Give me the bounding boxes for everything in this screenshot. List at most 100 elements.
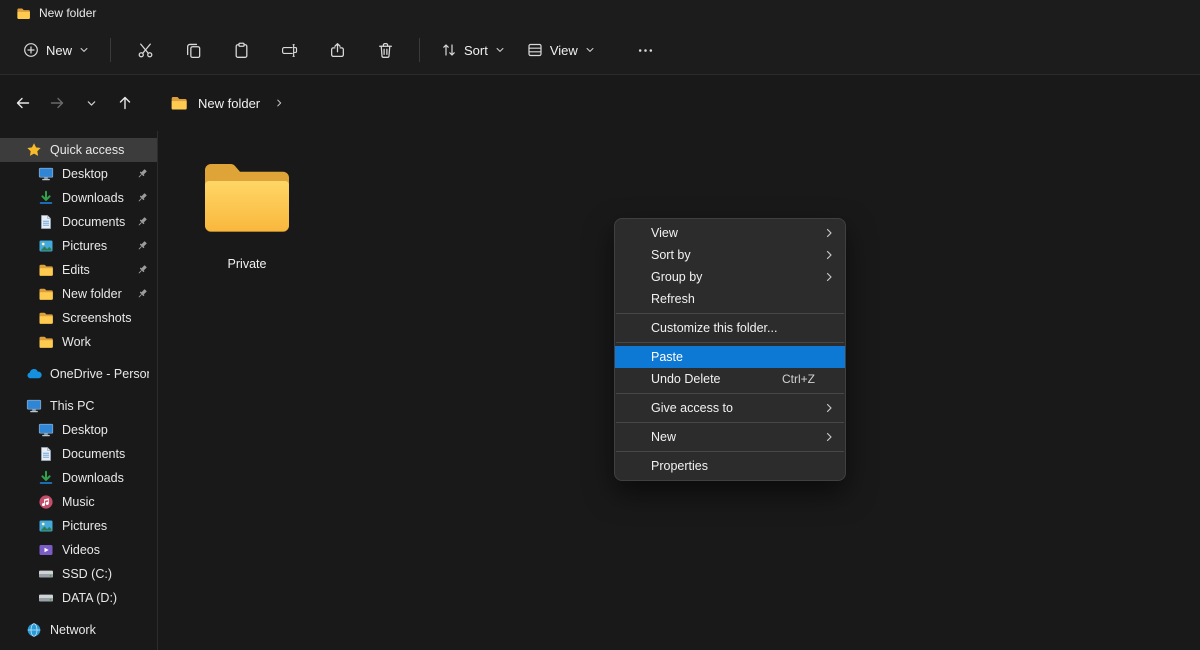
sidebar-item-videos[interactable]: Videos: [0, 538, 157, 562]
chevron-right-icon: [823, 227, 835, 239]
menu-item-group-by[interactable]: Group by: [615, 266, 845, 288]
sidebar-item-pictures[interactable]: Pictures: [0, 234, 157, 258]
menu-item-customize-this-folder[interactable]: Customize this folder...: [615, 317, 845, 339]
menu-item-view[interactable]: View: [615, 222, 845, 244]
chevron-down-icon: [495, 45, 505, 55]
chevron-down-icon: [585, 45, 595, 55]
sort-button-label: Sort: [464, 43, 488, 58]
sidebar-item-data-d[interactable]: DATA (D:): [0, 586, 157, 610]
view-button[interactable]: View: [516, 35, 606, 65]
paste-button[interactable]: [221, 33, 261, 67]
copy-button[interactable]: [173, 33, 213, 67]
sidebar-item-pictures[interactable]: Pictures: [0, 514, 157, 538]
sidebar-item-label: Music: [62, 495, 95, 509]
star-icon: [26, 142, 42, 158]
drive-icon: [38, 566, 54, 582]
pin-icon: [135, 215, 149, 229]
menu-item-label: Paste: [651, 350, 683, 364]
sidebar-item-desktop[interactable]: Desktop: [0, 418, 157, 442]
sidebar-item-label: DATA (D:): [62, 591, 117, 605]
titlebar: New folder: [0, 0, 1200, 26]
network-icon: [26, 622, 42, 638]
forward-button[interactable]: [42, 88, 72, 118]
sidebar-item-label: Documents: [62, 447, 125, 461]
menu-item-label: Group by: [651, 270, 702, 284]
sidebar-item-label: Edits: [62, 263, 90, 277]
rename-button[interactable]: [269, 33, 309, 67]
breadcrumb-item[interactable]: New folder: [198, 96, 260, 111]
menu-item-label: New: [651, 430, 676, 444]
sidebar-item-network[interactable]: Network: [0, 618, 157, 642]
sidebar-item-documents[interactable]: Documents: [0, 210, 157, 234]
menu-item-undo-delete[interactable]: Undo DeleteCtrl+Z: [615, 368, 845, 390]
sidebar-item-quick-access[interactable]: Quick access: [0, 138, 157, 162]
menu-item-sort-by[interactable]: Sort by: [615, 244, 845, 266]
command-bar: New Sort View: [0, 26, 1200, 75]
menu-divider: [616, 393, 844, 394]
sidebar-item-edits[interactable]: Edits: [0, 258, 157, 282]
menu-item-refresh[interactable]: Refresh: [615, 288, 845, 310]
sidebar-item-downloads[interactable]: Downloads: [0, 466, 157, 490]
recent-locations-button[interactable]: [76, 88, 106, 118]
menu-item-label: Refresh: [651, 292, 695, 306]
sort-button[interactable]: Sort: [430, 35, 516, 65]
menu-item-new[interactable]: New: [615, 426, 845, 448]
sidebar-item-label: Pictures: [62, 239, 107, 253]
share-button[interactable]: [317, 33, 357, 67]
forward-arrow-icon: [49, 95, 65, 111]
folder-icon: [38, 262, 54, 278]
back-button[interactable]: [8, 88, 38, 118]
menu-item-paste[interactable]: Paste: [615, 346, 845, 368]
delete-button[interactable]: [365, 33, 405, 67]
sidebar-item-label: Downloads: [62, 191, 124, 205]
pin-icon: [135, 287, 149, 301]
folder-icon: [38, 334, 54, 350]
sidebar-item-music[interactable]: Music: [0, 490, 157, 514]
sort-icon: [441, 42, 457, 58]
menu-item-label: Properties: [651, 459, 708, 473]
menu-item-give-access-to[interactable]: Give access to: [615, 397, 845, 419]
sidebar-item-onedrive-personal[interactable]: OneDrive - Personal: [0, 362, 157, 386]
music-icon: [38, 494, 54, 510]
chevron-right-icon: [823, 271, 835, 283]
menu-item-label: Undo Delete: [651, 372, 721, 386]
up-arrow-icon: [117, 95, 133, 111]
sidebar-item-ssd-c[interactable]: SSD (C:): [0, 562, 157, 586]
file-item-private[interactable]: Private: [189, 159, 305, 271]
up-button[interactable]: [110, 88, 140, 118]
sidebar-item-label: Quick access: [50, 143, 124, 157]
sidebar-item-documents[interactable]: Documents: [0, 442, 157, 466]
breadcrumb[interactable]: New folder: [162, 89, 292, 117]
sidebar-item-this-pc[interactable]: This PC: [0, 394, 157, 418]
toolbar-separator: [110, 38, 111, 62]
chevron-right-icon: [823, 402, 835, 414]
cut-icon: [137, 42, 154, 59]
sidebar-item-screenshots[interactable]: Screenshots: [0, 306, 157, 330]
desktop-icon: [38, 166, 54, 182]
sidebar-section: Quick access Desktop Downloads Documents Pic…: [0, 138, 157, 354]
sidebar-section: OneDrive - Personal: [0, 362, 157, 386]
sidebar: Quick access Desktop Downloads Documents Pic…: [0, 131, 158, 650]
file-explorer-window: New folder New Sort: [0, 0, 1200, 650]
sidebar-item-label: Desktop: [62, 167, 108, 181]
pictures-icon: [38, 238, 54, 254]
new-button[interactable]: New: [12, 35, 100, 65]
sidebar-item-work[interactable]: Work: [0, 330, 157, 354]
sidebar-item-label: New folder: [62, 287, 122, 301]
chevron-right-icon: [823, 431, 835, 443]
chevron-right-icon: [274, 98, 284, 108]
cut-button[interactable]: [125, 33, 165, 67]
sidebar-item-label: Videos: [62, 543, 100, 557]
folder-icon: [38, 310, 54, 326]
content-area: Quick access Desktop Downloads Documents Pic…: [0, 131, 1200, 650]
more-options-button[interactable]: [626, 33, 666, 67]
sidebar-item-label: SSD (C:): [62, 567, 112, 581]
sidebar-item-new-folder[interactable]: New folder: [0, 282, 157, 306]
sidebar-section: Network: [0, 618, 157, 642]
sidebar-item-downloads[interactable]: Downloads: [0, 186, 157, 210]
menu-item-properties[interactable]: Properties: [615, 455, 845, 477]
pictures-icon: [38, 518, 54, 534]
sidebar-item-label: Downloads: [62, 471, 124, 485]
sidebar-item-desktop[interactable]: Desktop: [0, 162, 157, 186]
file-item-label: Private: [228, 257, 267, 271]
